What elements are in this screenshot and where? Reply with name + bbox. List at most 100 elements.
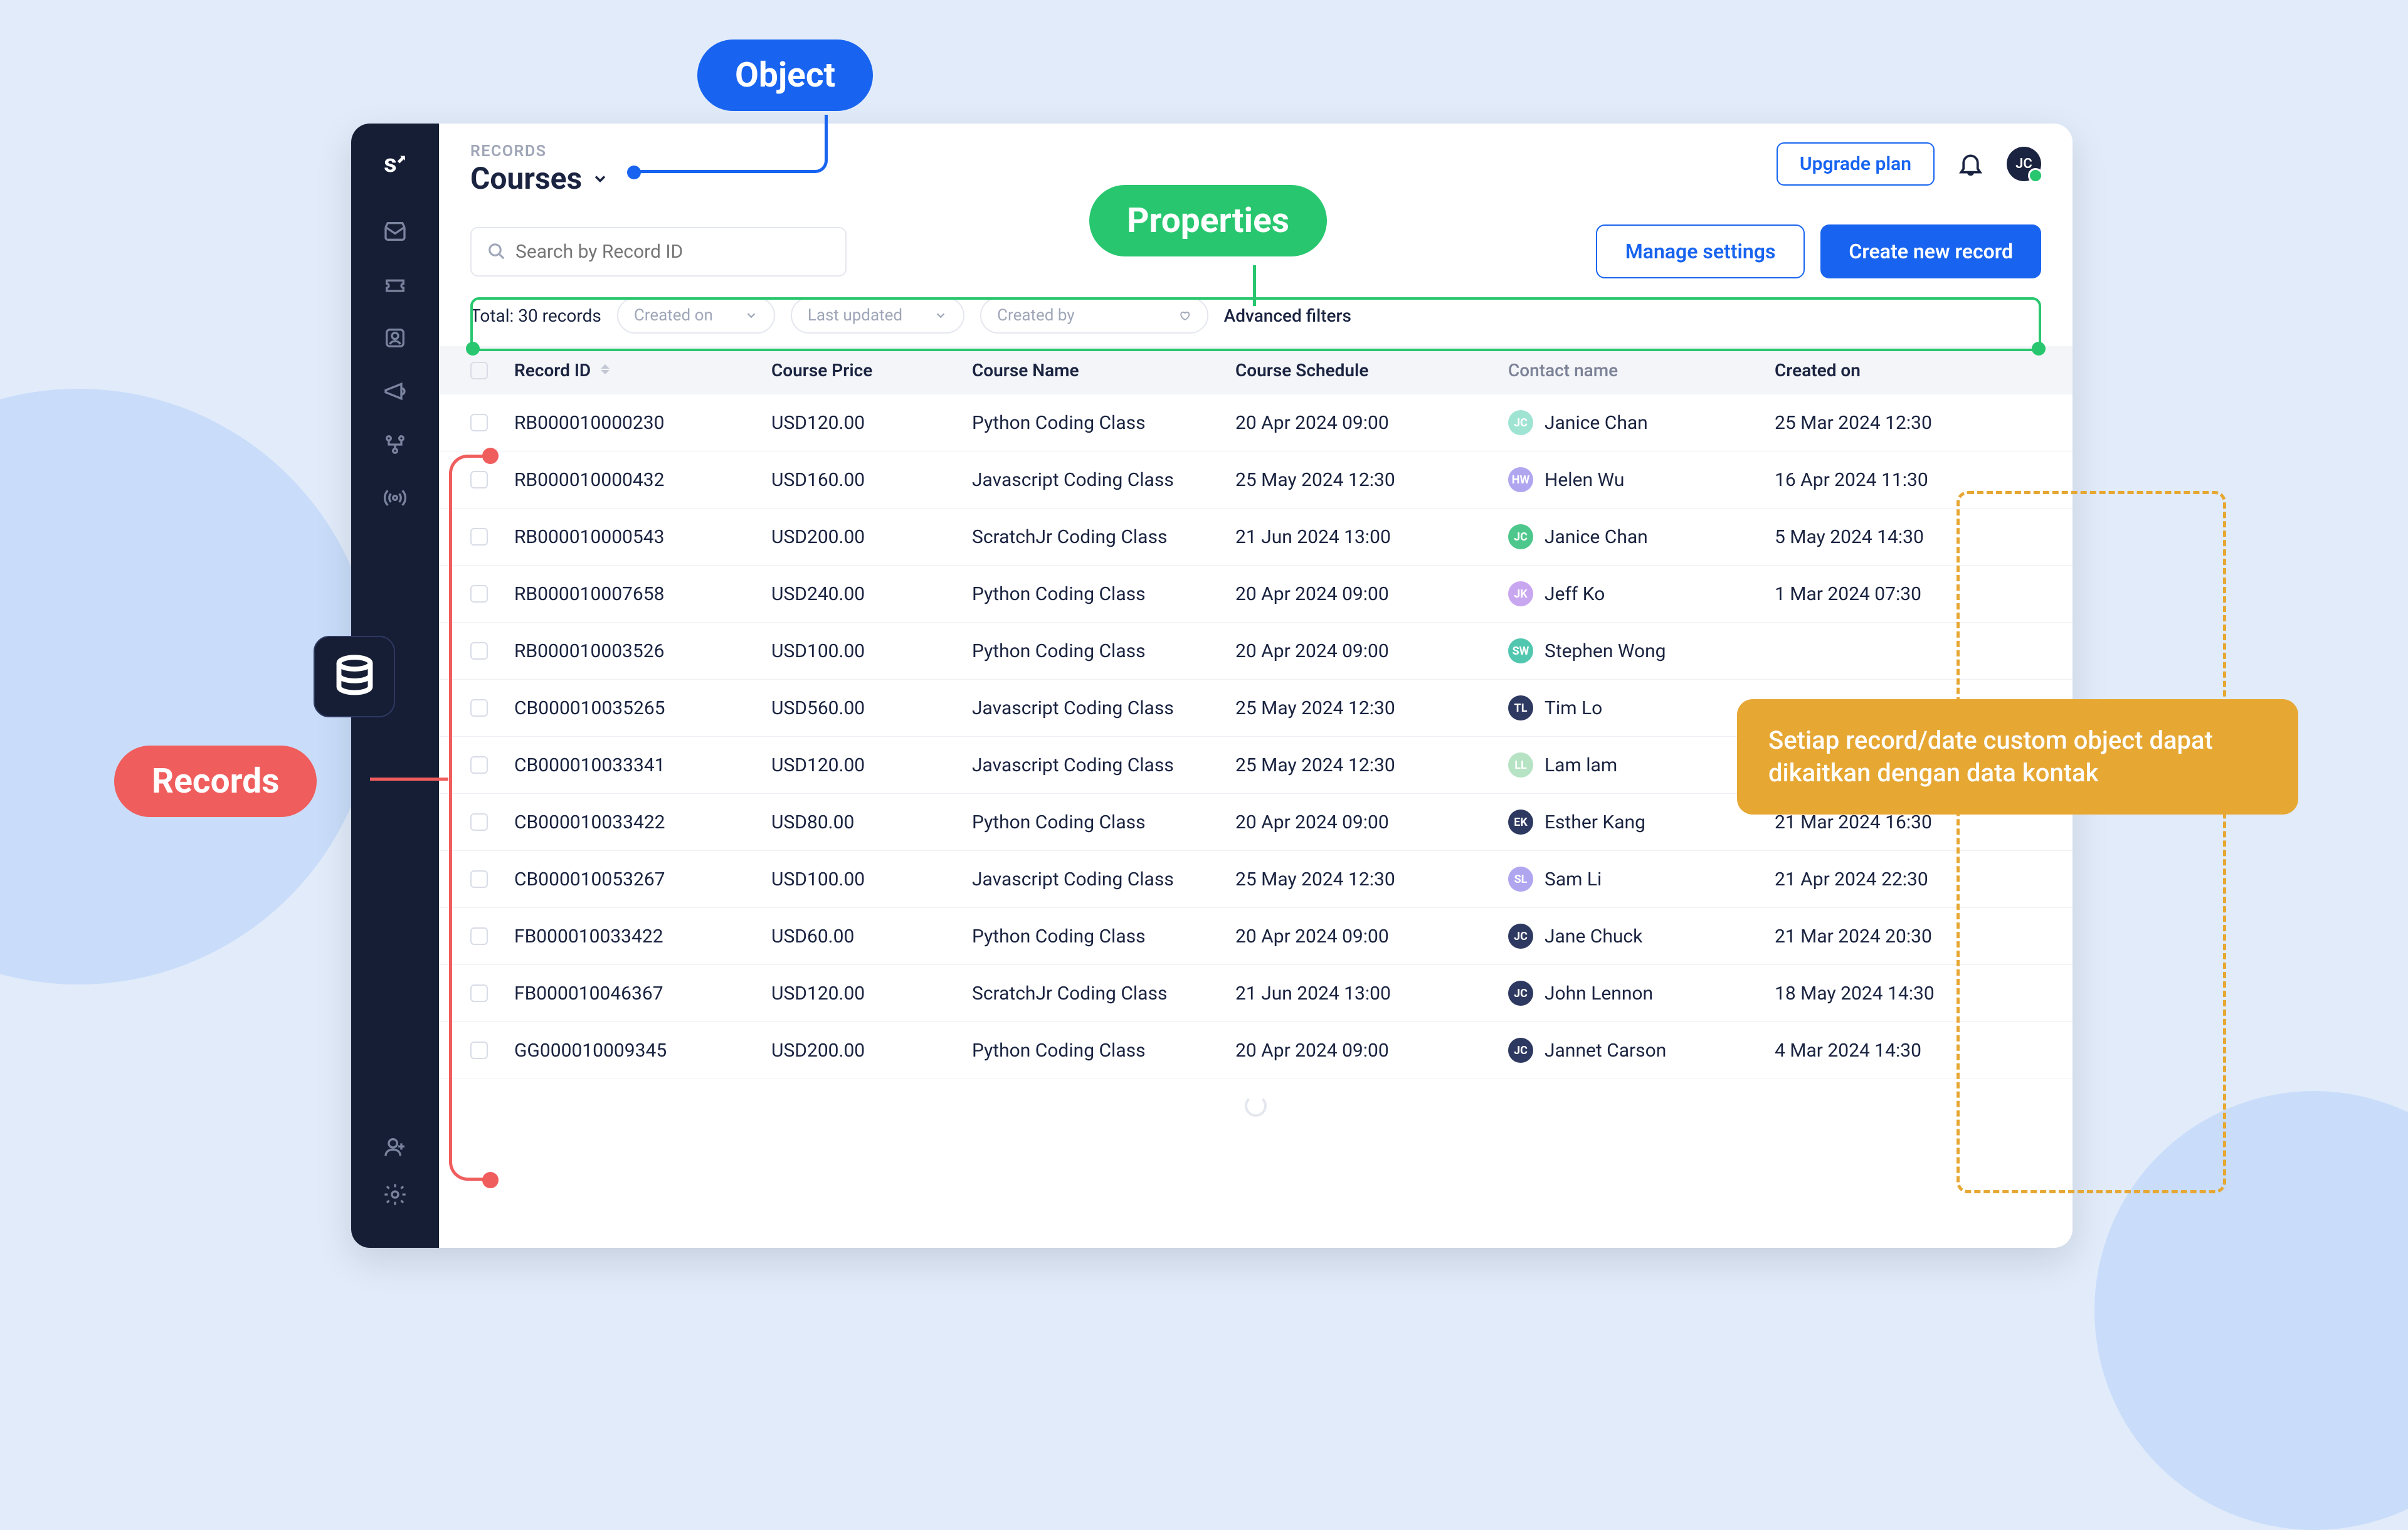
contact-avatar: JC <box>1508 924 1533 949</box>
cell-contact: SLSam Li <box>1508 867 1775 892</box>
cell-schedule: 20 Apr 2024 09:00 <box>1235 926 1508 947</box>
upgrade-plan-button[interactable]: Upgrade plan <box>1777 142 1935 186</box>
table-row[interactable]: RB000010007658USD240.00Python Coding Cla… <box>439 566 2073 623</box>
contact-name: Jeff Ko <box>1545 583 1605 605</box>
page-title-text: Courses <box>470 161 582 196</box>
cell-contact: JC Jane Chuck <box>1508 924 1775 949</box>
column-created-on[interactable]: Created on <box>1775 360 2041 381</box>
cell-created-on: 4 Mar 2024 14:30 <box>1775 1040 2041 1062</box>
page-title[interactable]: Courses <box>470 161 609 196</box>
cell-record-id: CB000010033341 <box>514 754 771 776</box>
breadcrumb: RECORDS <box>470 142 609 161</box>
table-row[interactable]: FB000010033422USD60.00Python Coding Clas… <box>439 908 2073 965</box>
cell-contact: SWStephen Wong <box>1508 638 1775 663</box>
filter-created-by[interactable]: Created by <box>980 297 1208 334</box>
table-row[interactable]: RB000010000543USD200.00ScratchJr Coding … <box>439 509 2073 566</box>
cell-record-id: RB000010000230 <box>514 412 771 434</box>
cell-schedule: 25 May 2024 12:30 <box>1235 868 1508 890</box>
search-icon <box>487 242 506 261</box>
table-row[interactable]: FB000010046367USD120.00ScratchJr Coding … <box>439 965 2073 1022</box>
row-checkbox[interactable] <box>470 414 488 431</box>
chevron-down-icon <box>744 309 758 322</box>
cell-record-id: CB000010033422 <box>514 811 771 833</box>
cell-course-name: Python Coding Class <box>972 583 1235 605</box>
records-connector-dot <box>482 1172 499 1188</box>
cell-price: USD120.00 <box>771 983 972 1005</box>
column-record-id[interactable]: Record ID <box>514 360 771 381</box>
annotation-tooltip: Setiap record/date custom object dapat d… <box>1737 699 2298 815</box>
search-field[interactable] <box>515 241 830 263</box>
table-row[interactable]: RB000010000230USD120.00Python Coding Cla… <box>439 394 2073 451</box>
cell-price: USD560.00 <box>771 697 972 719</box>
cell-record-id: RB000010000432 <box>514 469 771 491</box>
annotation-properties-label: Properties <box>1089 185 1327 256</box>
cell-price: USD120.00 <box>771 754 972 776</box>
cell-course-name: Python Coding Class <box>972 1040 1235 1062</box>
ticket-icon[interactable] <box>376 266 414 303</box>
column-course-schedule[interactable]: Course Schedule <box>1235 360 1508 381</box>
manage-settings-button[interactable]: Manage settings <box>1596 224 1805 278</box>
table-row[interactable]: CB000010053267USD100.00Javascript Coding… <box>439 851 2073 908</box>
contact-avatar: JC <box>1508 410 1533 435</box>
contact-name: Lam lam <box>1545 754 1617 776</box>
cell-created-on: 16 Apr 2024 11:30 <box>1775 469 2041 491</box>
settings-icon[interactable] <box>376 1176 414 1213</box>
cell-record-id: RB000010007658 <box>514 583 771 605</box>
chevron-down-icon <box>591 170 609 187</box>
broadcast-icon[interactable] <box>376 479 414 517</box>
cell-price: USD60.00 <box>771 926 972 947</box>
cell-price: USD160.00 <box>771 469 972 491</box>
filter-last-updated[interactable]: Last updated <box>791 297 964 334</box>
cell-price: USD80.00 <box>771 811 972 833</box>
inbox-icon[interactable] <box>376 213 414 250</box>
records-connector-dot <box>482 448 499 464</box>
cell-created-on: 5 May 2024 14:30 <box>1775 526 2041 548</box>
heart-icon <box>1178 309 1191 322</box>
cell-schedule: 25 May 2024 12:30 <box>1235 754 1508 776</box>
contact-name: John Lennon <box>1545 983 1653 1005</box>
notifications-icon[interactable] <box>1956 150 1985 178</box>
search-input[interactable] <box>470 227 847 277</box>
column-contact-name[interactable]: Contact name <box>1508 360 1775 381</box>
table-row[interactable]: RB000010000432USD160.00Javascript Coding… <box>439 451 2073 509</box>
cell-created-on: 1 Mar 2024 07:30 <box>1775 583 2041 605</box>
contact-avatar: JC <box>1508 1038 1533 1063</box>
properties-connector <box>1253 265 1256 306</box>
filter-created-on[interactable]: Created on <box>617 297 775 334</box>
annotation-records-label: Records <box>114 746 317 817</box>
cell-course-name: Javascript Coding Class <box>972 697 1235 719</box>
user-avatar[interactable]: JC <box>2007 147 2041 181</box>
cell-record-id: RB000010000543 <box>514 526 771 548</box>
cell-course-name: Python Coding Class <box>972 926 1235 947</box>
cell-course-name: ScratchJr Coding Class <box>972 526 1235 548</box>
contact-avatar: JC <box>1508 981 1533 1006</box>
contact-name: Jane Chuck <box>1545 926 1642 947</box>
cell-course-name: Javascript Coding Class <box>972 754 1235 776</box>
database-icon[interactable] <box>314 636 395 717</box>
create-record-button[interactable]: Create new record <box>1820 224 2041 278</box>
cell-created-on: 25 Mar 2024 12:30 <box>1775 412 2041 434</box>
cell-schedule: 25 May 2024 12:30 <box>1235 697 1508 719</box>
cell-course-name: Python Coding Class <box>972 412 1235 434</box>
app-window: s⬈ RECORDS Courses Upgrade plan <box>351 124 2073 1248</box>
cell-price: USD200.00 <box>771 526 972 548</box>
contact-name: Stephen Wong <box>1545 640 1666 662</box>
contact-name: Janice Chan <box>1545 526 1648 548</box>
add-user-icon[interactable] <box>376 1129 414 1166</box>
cell-schedule: 20 Apr 2024 09:00 <box>1235 583 1508 605</box>
column-course-name[interactable]: Course Name <box>972 360 1235 381</box>
contact-icon[interactable] <box>376 319 414 357</box>
contact-name: Tim Lo <box>1545 697 1602 719</box>
cell-record-id: FB000010046367 <box>514 983 771 1005</box>
cell-price: USD240.00 <box>771 583 972 605</box>
advanced-filters-link[interactable]: Advanced filters <box>1224 305 1351 326</box>
column-course-price[interactable]: Course Price <box>771 360 972 381</box>
campaign-icon[interactable] <box>376 372 414 410</box>
select-all-checkbox[interactable] <box>470 362 488 379</box>
chevron-down-icon <box>934 309 948 322</box>
cell-course-name: Javascript Coding Class <box>972 469 1235 491</box>
flow-icon[interactable] <box>376 426 414 463</box>
table-row[interactable]: RB000010003526USD100.00Python Coding Cla… <box>439 623 2073 680</box>
cell-price: USD100.00 <box>771 640 972 662</box>
table-row[interactable]: GG000010009345USD200.00Python Coding Cla… <box>439 1022 2073 1079</box>
